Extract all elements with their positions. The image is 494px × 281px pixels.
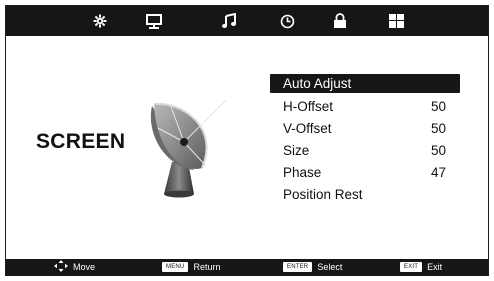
hint-move-label: Move (73, 262, 96, 272)
screen-icon[interactable] (144, 11, 164, 31)
setup-grid-icon[interactable] (386, 11, 406, 31)
hint-return: MENU Return (162, 259, 220, 275)
osd-window: SCREEN Auto Adjust H-Offset 50 V-Offset … (5, 5, 489, 276)
picture-gear-icon[interactable] (90, 11, 110, 31)
hint-move: Move (54, 259, 95, 275)
section-title: SCREEN (36, 130, 126, 153)
enter-key: ENTER (283, 262, 313, 272)
screen-settings-menu: Auto Adjust H-Offset 50 V-Offset 50 Size… (270, 74, 460, 205)
menu-item-label: Position Rest (283, 186, 363, 202)
menu-item-label: Phase (283, 164, 322, 180)
menu-item-label: H-Offset (283, 98, 334, 114)
menu-item-h-offset[interactable]: H-Offset 50 (270, 95, 460, 117)
menu-key: MENU (162, 262, 189, 272)
lock-icon[interactable] (330, 11, 350, 31)
menu-item-label: Auto Adjust (283, 76, 352, 91)
satellite-dish-icon (144, 88, 234, 205)
menu-item-value: 50 (430, 98, 446, 114)
move-arrows-icon (54, 260, 68, 274)
menu-item-phase[interactable]: Phase 47 (270, 161, 460, 183)
menu-item-label: Size (283, 142, 310, 158)
menu-item-size[interactable]: Size 50 (270, 139, 460, 161)
music-note-icon[interactable] (219, 11, 239, 31)
key-hint-bar: Move MENU Return ENTER Select EXIT Exit (6, 259, 488, 275)
menu-tab-bar (6, 6, 488, 36)
menu-item-value: 50 (430, 120, 446, 136)
menu-item-value: 47 (430, 164, 446, 180)
clock-icon[interactable] (277, 11, 297, 31)
hint-select: ENTER Select (283, 259, 342, 275)
menu-item-position-reset[interactable]: Position Rest (270, 183, 460, 205)
menu-item-label: V-Offset (283, 120, 332, 136)
menu-item-v-offset[interactable]: V-Offset 50 (270, 117, 460, 139)
exit-key: EXIT (400, 262, 423, 272)
hint-exit: EXIT Exit (400, 259, 442, 275)
hint-return-label: Return (193, 262, 221, 272)
hint-select-label: Select (317, 262, 343, 272)
menu-item-auto-adjust[interactable]: Auto Adjust (270, 74, 460, 93)
menu-item-value: 50 (430, 142, 446, 158)
hint-exit-label: Exit (427, 262, 443, 272)
